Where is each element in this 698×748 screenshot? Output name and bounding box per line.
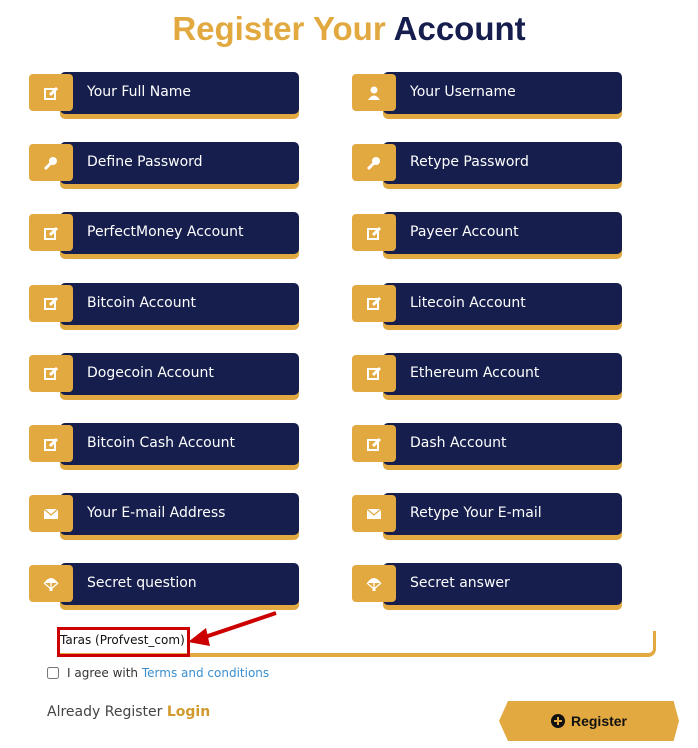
field-input[interactable]: Bitcoin Cash Account	[60, 423, 299, 465]
login-link[interactable]: Login	[167, 704, 210, 720]
field-placeholder: Ethereum Account	[410, 364, 540, 381]
envelope-icon	[29, 495, 73, 533]
field-placeholder: Your Username	[410, 84, 516, 100]
field-input[interactable]: PerfectMoney Account	[60, 212, 299, 255]
field-input[interactable]: Litecoin Account	[383, 282, 622, 325]
edit-icon	[352, 284, 396, 322]
field-placeholder: Bitcoin Cash Account	[87, 435, 235, 451]
field-placeholder: Your Full Name	[87, 84, 192, 100]
agree-checkbox[interactable]	[47, 667, 59, 679]
field-placeholder: Secret answer	[410, 575, 510, 592]
envelope-icon	[352, 495, 396, 533]
page-title: Register Your Account	[172, 10, 526, 47]
parachute-icon	[29, 565, 73, 603]
field-placeholder: Dash Account	[410, 435, 507, 451]
field-your-e-mail-address[interactable]: Your E-mail Address	[29, 493, 299, 536]
terms-link[interactable]: Terms and conditions	[142, 666, 269, 680]
field-placeholder: Dogecoin Account	[87, 364, 214, 381]
field-input[interactable]: Retype Your E-mail	[383, 493, 622, 536]
edit-icon	[352, 425, 396, 462]
field-input[interactable]: Dogecoin Account	[60, 352, 299, 395]
field-secret-question[interactable]: Secret question	[29, 563, 299, 606]
field-input[interactable]: Your E-mail Address	[60, 493, 299, 536]
field-input[interactable]: Secret question	[60, 563, 299, 606]
field-input[interactable]: Ethereum Account	[383, 352, 622, 395]
field-input[interactable]: Payeer Account	[383, 212, 622, 255]
field-input[interactable]: Define Password	[60, 142, 299, 185]
field-bitcoin-cash-account[interactable]: Bitcoin Cash Account	[29, 423, 299, 465]
field-dash-account[interactable]: Dash Account	[352, 423, 622, 465]
edit-icon	[29, 214, 73, 252]
key-icon	[352, 144, 396, 182]
field-your-username[interactable]: Your Username	[352, 72, 622, 114]
plus-circle-icon	[550, 714, 565, 728]
field-perfectmoney-account[interactable]: PerfectMoney Account	[29, 212, 299, 255]
parachute-icon	[352, 565, 396, 603]
edit-icon	[29, 74, 73, 111]
field-input[interactable]: Retype Password	[383, 142, 622, 185]
field-placeholder: PerfectMoney Account	[87, 224, 244, 241]
field-litecoin-account[interactable]: Litecoin Account	[352, 282, 622, 325]
edit-icon	[29, 354, 73, 392]
field-placeholder: Define Password	[87, 154, 203, 171]
field-placeholder: Litecoin Account	[410, 294, 526, 311]
field-payeer-account[interactable]: Payeer Account	[352, 212, 622, 255]
field-retype-your-e-mail[interactable]: Retype Your E-mail	[352, 493, 622, 536]
annotation-highlight-box	[57, 627, 190, 657]
field-input[interactable]: Your Full Name	[60, 72, 299, 114]
field-retype-password[interactable]: Retype Password	[352, 142, 622, 185]
field-ethereum-account[interactable]: Ethereum Account	[352, 352, 622, 395]
field-placeholder: Secret question	[87, 575, 197, 592]
edit-icon	[352, 354, 396, 392]
field-define-password[interactable]: Define Password	[29, 142, 299, 185]
field-dogecoin-account[interactable]: Dogecoin Account	[29, 352, 299, 395]
field-placeholder: Payeer Account	[410, 224, 519, 241]
edit-icon	[29, 284, 73, 322]
field-placeholder: Retype Your E-mail	[410, 505, 542, 522]
field-placeholder: Bitcoin Account	[87, 294, 196, 311]
field-input[interactable]: Your Username	[383, 72, 622, 114]
field-your-full-name[interactable]: Your Full Name	[29, 72, 299, 114]
register-button[interactable]: Register	[499, 701, 679, 741]
user-icon	[352, 74, 396, 111]
field-input[interactable]: Bitcoin Account	[60, 282, 299, 325]
edit-icon	[29, 425, 73, 462]
field-secret-answer[interactable]: Secret answer	[352, 563, 622, 606]
agree-row: I agree with Terms and conditions	[47, 666, 269, 680]
field-input[interactable]: Dash Account	[383, 423, 622, 465]
field-placeholder: Retype Password	[410, 154, 529, 171]
login-row: Already Register Login	[47, 704, 211, 720]
annotation-arrow-icon	[188, 611, 277, 646]
key-icon	[29, 144, 73, 182]
field-bitcoin-account[interactable]: Bitcoin Account	[29, 282, 299, 325]
field-input[interactable]: Secret answer	[383, 563, 622, 606]
field-placeholder: Your E-mail Address	[87, 505, 226, 522]
edit-icon	[352, 214, 396, 252]
